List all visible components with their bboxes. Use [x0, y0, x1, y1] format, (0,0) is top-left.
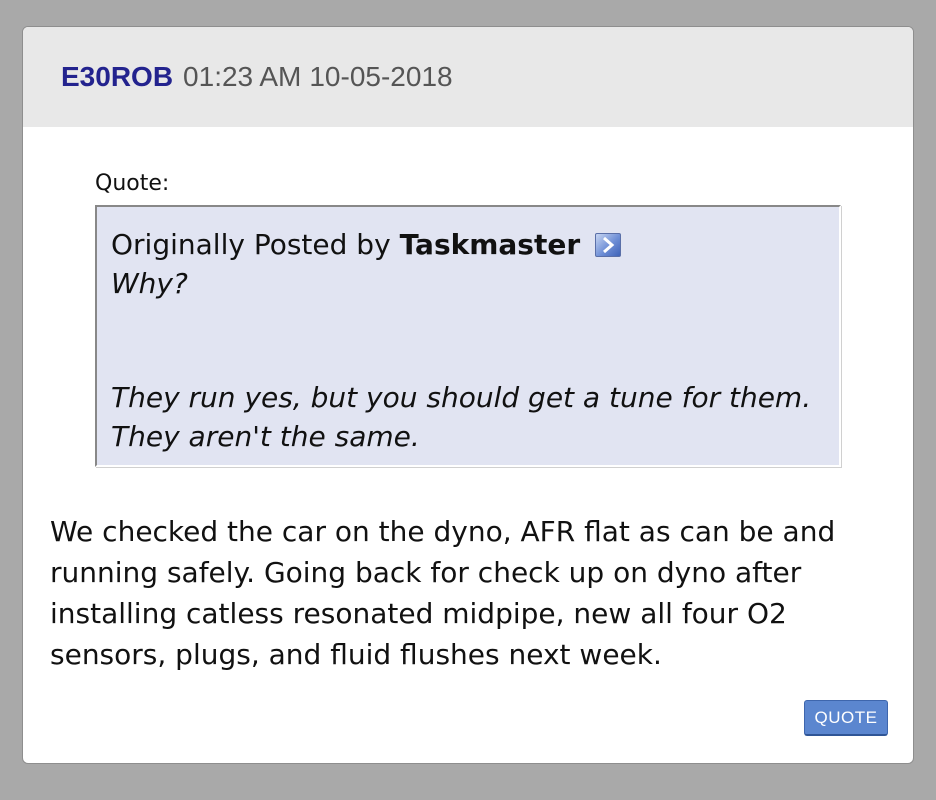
- originally-posted-by-text: Originally Posted by: [111, 228, 391, 261]
- arrow-right-icon[interactable]: [595, 233, 622, 257]
- quote-button[interactable]: QUOTE: [804, 700, 888, 736]
- quote-text-line2: They run yes, but you should get a tune …: [111, 381, 812, 453]
- post-body-text: We checked the car on the dyno, AFR flat…: [50, 515, 836, 671]
- post-date: 10-05-2018: [309, 61, 453, 92]
- post-header: E30ROB 01:23 AM 10-05-2018: [23, 27, 913, 127]
- quoted-author: Taskmaster: [399, 228, 581, 261]
- quote-attribution: Originally Posted by Taskmaster: [111, 225, 825, 264]
- post-card: E30ROB 01:23 AM 10-05-2018 Quote: Origin…: [22, 26, 914, 764]
- post-time: 01:23 AM: [183, 61, 302, 92]
- chevron-right-glyph: [603, 237, 615, 253]
- quote-text-line1: Why?: [111, 267, 188, 300]
- quote-box: Originally Posted by Taskmaster Why? The…: [95, 205, 841, 467]
- quote-label: Quote:: [95, 171, 170, 196]
- post-author-link[interactable]: E30ROB: [61, 61, 173, 93]
